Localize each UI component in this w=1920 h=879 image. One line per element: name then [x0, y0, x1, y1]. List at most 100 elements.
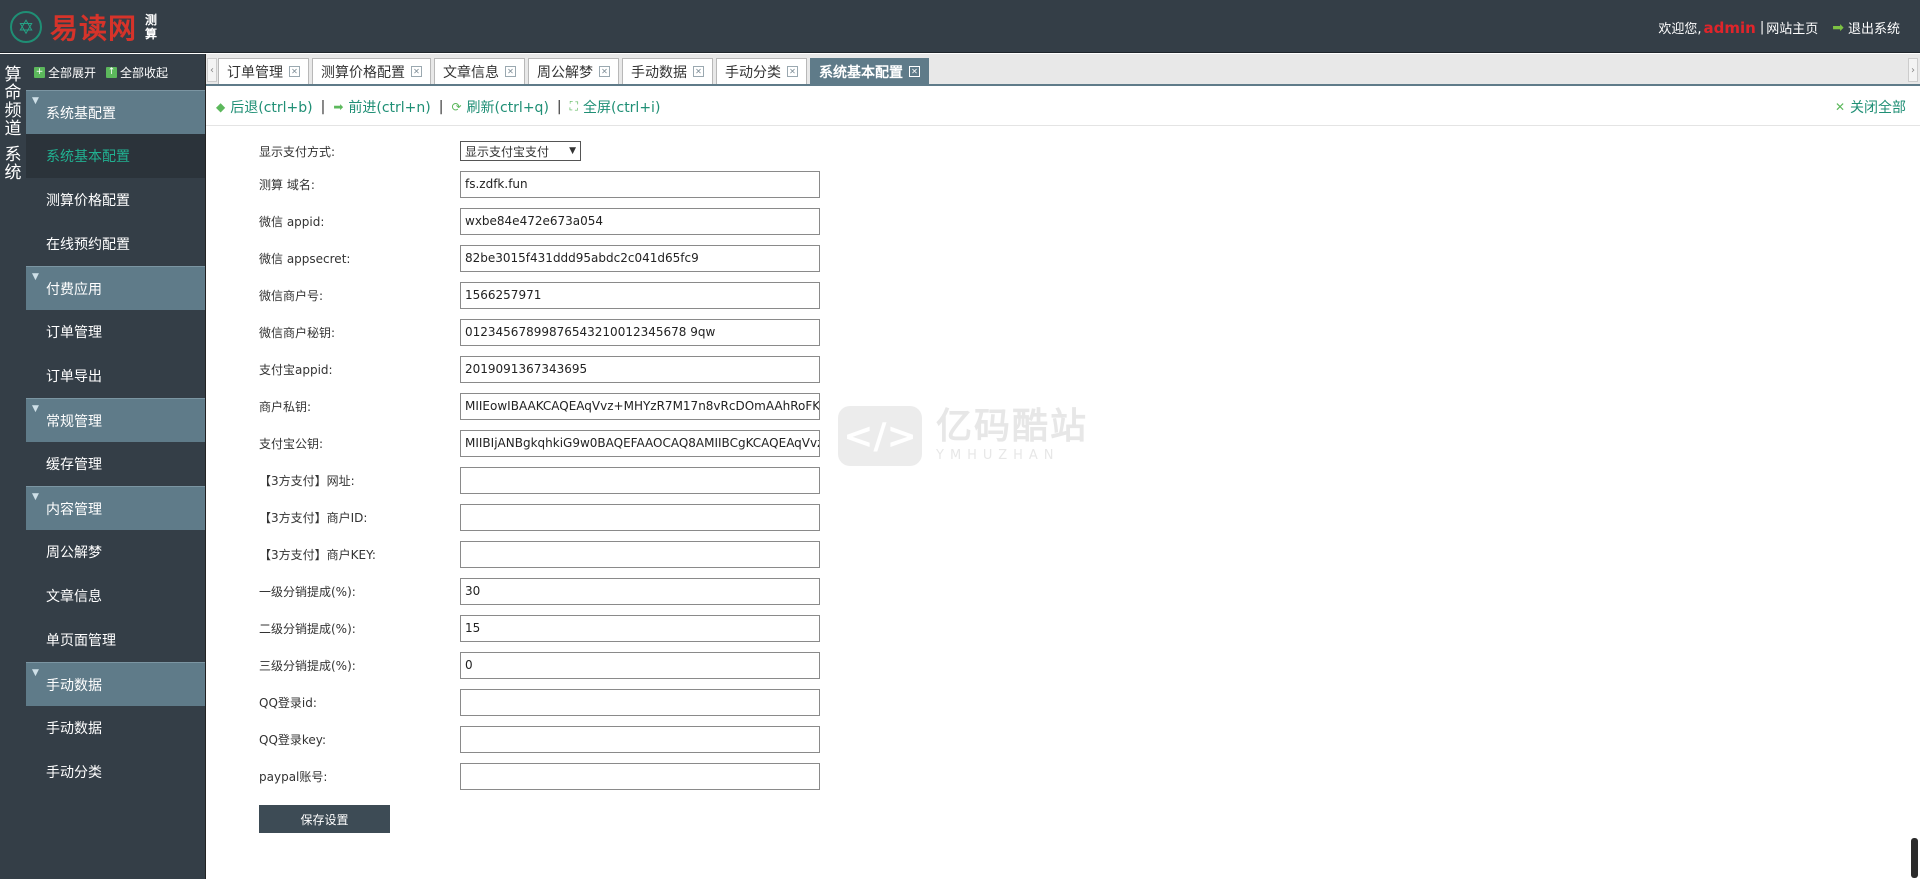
- site-home-link[interactable]: 网站主页: [1766, 18, 1818, 37]
- sidebar-group-content[interactable]: ▼ 内容管理: [26, 486, 205, 530]
- sidebar-group-general[interactable]: ▼ 常规管理: [26, 398, 205, 442]
- forward-label: 前进(ctrl+n): [348, 99, 431, 116]
- form-row: paypal账号:: [259, 758, 859, 795]
- sidebar-item-cache-management[interactable]: 缓存管理: [26, 442, 205, 486]
- expand-all-button[interactable]: + 全部展开: [34, 64, 96, 81]
- sidebar-item-manual-category[interactable]: 手动分类: [26, 750, 205, 794]
- sidebar-item-single-page[interactable]: 单页面管理: [26, 618, 205, 662]
- tab-manual-category[interactable]: 手动分类 ✕: [716, 58, 807, 84]
- form-row: 支付宝appid: 2019091367343695: [259, 351, 859, 388]
- field-input[interactable]: [460, 763, 820, 790]
- sidebar-item-order-export[interactable]: 订单导出: [26, 354, 205, 398]
- close-icon[interactable]: ✕: [787, 66, 798, 77]
- field-label: 二级分销提成(%):: [259, 622, 356, 636]
- caret-icon: ▼: [32, 96, 39, 106]
- field-label: 商户私钥:: [259, 400, 312, 414]
- sidebar-item-dream-interpretation[interactable]: 周公解梦: [26, 530, 205, 574]
- pay-method-value: 显示支付宝支付: [465, 144, 550, 159]
- field-input[interactable]: [460, 541, 820, 568]
- group-title: 常规管理: [46, 413, 102, 430]
- sidebar-item-article-info[interactable]: 文章信息: [26, 574, 205, 618]
- group-title: 内容管理: [46, 501, 102, 518]
- close-icon[interactable]: ✕: [693, 66, 704, 77]
- tab-dream-interpretation[interactable]: 周公解梦 ✕: [528, 58, 619, 84]
- field-input[interactable]: [460, 504, 820, 531]
- field-label: 支付宝公钥:: [259, 437, 324, 451]
- field-input[interactable]: [460, 726, 820, 753]
- page-toolbar: ◆ 后退(ctrl+b) | ➡ 前进(ctrl+n) | ⟳ 刷新(ctrl+q) …: [206, 88, 1920, 126]
- close-all-button[interactable]: ✕ 关闭全部: [1835, 88, 1906, 126]
- pay-method-select[interactable]: 显示支付宝支付 ▼: [460, 141, 581, 161]
- collapse-all-button[interactable]: ↑ 全部收起: [106, 64, 168, 81]
- sidebar-item-price-config[interactable]: 测算价格配置: [26, 178, 205, 222]
- caret-icon: ▼: [32, 404, 39, 414]
- logo-mark-icon: ✡: [10, 11, 42, 43]
- field-label: 支付宝appid:: [259, 363, 333, 377]
- form-row: 微信商户号: 1566257971: [259, 277, 859, 314]
- field-input[interactable]: 15: [460, 615, 820, 642]
- page-scrollbar[interactable]: [1911, 838, 1918, 878]
- tab-scroll-right-button[interactable]: ›: [1908, 58, 1918, 82]
- top-header: ✡ 易读网 测算 欢迎您, admin | 网站主页 ➡ 退出系统: [0, 0, 1920, 53]
- sidebar-item-manual-data[interactable]: 手动数据: [26, 706, 205, 750]
- field-input[interactable]: 30: [460, 578, 820, 605]
- save-button[interactable]: 保存设置: [259, 805, 390, 833]
- field-input[interactable]: MIIBIjANBgkqhkiG9w0BAQEFAAOCAQ8AMIIBCgKC…: [460, 430, 820, 457]
- pay-method-label: 显示支付方式:: [259, 144, 336, 159]
- close-icon[interactable]: ✕: [411, 66, 422, 77]
- tab-order-management[interactable]: 订单管理 ✕: [218, 58, 309, 84]
- refresh-label: 刷新(ctrl+q): [466, 99, 549, 116]
- form-row: 【3方支付】商户ID:: [259, 499, 859, 536]
- sidebar-group-manual-data[interactable]: ▼ 手动数据: [26, 662, 205, 706]
- sidebar-group-paid-apps[interactable]: ▼ 付费应用: [26, 266, 205, 310]
- vertical-channel-label[interactable]: 算命频道 系统: [0, 54, 26, 182]
- field-input[interactable]: MIIEowIBAAKCAQEAqVvz+MHYzR7M17n8vRcDOmAA…: [460, 393, 820, 420]
- field-input[interactable]: [460, 689, 820, 716]
- divider: |: [438, 98, 444, 115]
- form-row: 【3方支付】商户KEY:: [259, 536, 859, 573]
- field-input[interactable]: wxbe84e472e673a054: [460, 208, 820, 235]
- field-input[interactable]: 82be3015f431ddd95abdc2c041d65fc9: [460, 245, 820, 272]
- tab-article-info[interactable]: 文章信息 ✕: [434, 58, 525, 84]
- tab-label: 系统基本配置: [819, 64, 903, 81]
- sidebar-item-order-management[interactable]: 订单管理: [26, 310, 205, 354]
- sidebar-group-system[interactable]: ▼ 系统基配置: [26, 90, 205, 134]
- form-row: 【3方支付】网址:: [259, 462, 859, 499]
- field-input[interactable]: 2019091367343695: [460, 356, 820, 383]
- close-icon[interactable]: ✕: [599, 66, 610, 77]
- form-row: 微信商户秘钥: 01234567899876543210012345678 9qw: [259, 314, 859, 351]
- tab-price-config[interactable]: 测算价格配置 ✕: [312, 58, 431, 84]
- tab-label: 手动分类: [725, 64, 781, 81]
- tab-manual-data[interactable]: 手动数据 ✕: [622, 58, 713, 84]
- field-input[interactable]: 0: [460, 652, 820, 679]
- sidebar-item-system-basic-config[interactable]: 系统基本配置: [26, 134, 205, 178]
- close-icon[interactable]: ✕: [909, 66, 920, 77]
- logout-arrow-icon: ➡: [1832, 19, 1844, 36]
- refresh-button[interactable]: ⟳ 刷新(ctrl+q): [451, 97, 548, 117]
- site-logo[interactable]: ✡ 易读网 测算: [10, 8, 159, 46]
- divider: |: [1759, 20, 1765, 35]
- forward-button[interactable]: ➡ 前进(ctrl+n): [333, 97, 430, 117]
- close-icon[interactable]: ✕: [505, 66, 516, 77]
- form-row: 支付宝公钥: MIIBIjANBgkqhkiG9w0BAQEFAAOCAQ8AMI…: [259, 425, 859, 462]
- form-row: 一级分销提成(%): 30: [259, 573, 859, 610]
- username: admin: [1703, 18, 1756, 37]
- caret-icon: ▼: [32, 272, 39, 282]
- logout-link[interactable]: 退出系统: [1848, 18, 1900, 37]
- fullscreen-button[interactable]: ⛶ 全屏(ctrl+i): [570, 97, 661, 117]
- form-row: 商户私钥: MIIEowIBAAKCAQEAqVvz+MHYzR7M17n8vRc…: [259, 388, 859, 425]
- field-label: 测算 域名:: [259, 178, 315, 192]
- field-input[interactable]: 01234567899876543210012345678 9qw: [460, 319, 820, 346]
- field-input[interactable]: [460, 467, 820, 494]
- field-label: 【3方支付】商户KEY:: [259, 548, 376, 562]
- field-label: 微信商户号:: [259, 289, 324, 303]
- close-icon[interactable]: ✕: [289, 66, 300, 77]
- tab-scroll-left-button[interactable]: ‹: [207, 58, 217, 82]
- sidebar: + 全部展开 ↑ 全部收起 ▼ 系统基配置 系统基本配置 测算价格配置 在线预约配…: [26, 54, 206, 879]
- sidebar-item-booking-config[interactable]: 在线预约配置: [26, 222, 205, 266]
- form-row: 二级分销提成(%): 15: [259, 610, 859, 647]
- back-button[interactable]: ◆ 后退(ctrl+b): [216, 97, 313, 117]
- field-input[interactable]: fs.zdfk.fun: [460, 171, 820, 198]
- tab-system-basic-config[interactable]: 系统基本配置 ✕: [810, 58, 929, 84]
- field-input[interactable]: 1566257971: [460, 282, 820, 309]
